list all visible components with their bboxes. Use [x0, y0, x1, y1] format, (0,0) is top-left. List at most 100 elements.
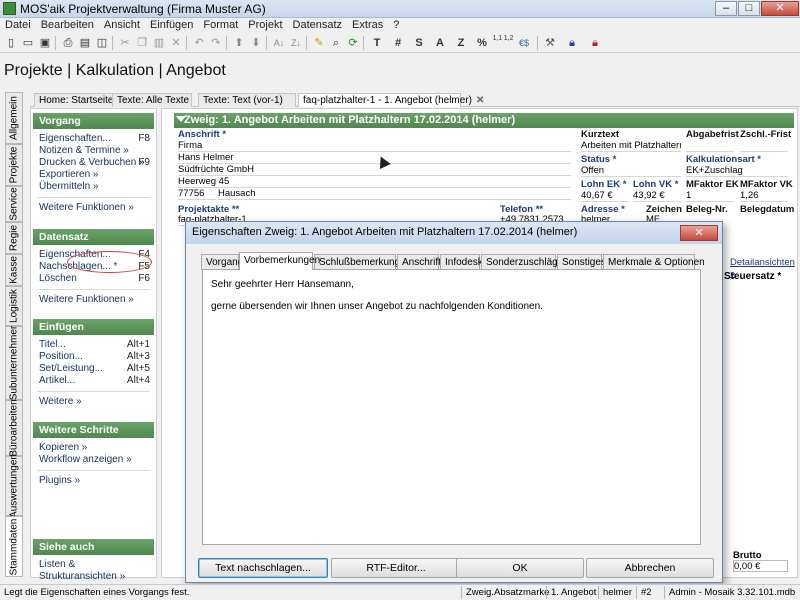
anschrift-line4[interactable]: Heerweg 45 — [178, 176, 571, 188]
sidebar-more[interactable]: Weitere » — [33, 396, 154, 408]
text-lookup-button[interactable]: Text nachschlagen... — [198, 558, 328, 578]
refresh-icon[interactable]: ⟳ — [345, 35, 361, 51]
sidebar-item-exportieren[interactable]: Exportieren » — [33, 169, 154, 181]
group-header[interactable]: Siehe auch — [33, 539, 154, 555]
lohn-ek-field[interactable]: 40,67 € — [581, 190, 629, 202]
maximize-button[interactable]: □ — [738, 1, 760, 16]
tab-text-vor1[interactable]: Texte: Text (vor-1) — [198, 93, 296, 107]
vtab-stammdaten[interactable]: Stammdaten — [5, 516, 23, 577]
decimals-button[interactable]: 1,1 1,2 — [492, 35, 514, 51]
kalkart-field[interactable]: EK+Zuschlag — [686, 165, 788, 177]
sidebar-item-uebermitteln[interactable]: Übermitteln » — [33, 181, 154, 193]
menu-einfuegen[interactable]: Einfügen — [145, 18, 198, 32]
sidebar-item-drucken[interactable]: Drucken & Verbuchen » F9 — [33, 157, 154, 169]
anschrift-line1[interactable]: Firma — [178, 140, 571, 152]
sidebar-plugins[interactable]: Plugins » — [33, 475, 154, 487]
open-icon[interactable]: ▭ — [20, 35, 36, 51]
ok-button[interactable]: OK — [456, 558, 584, 578]
zoom-icon[interactable]: ◫ — [94, 35, 110, 51]
search-icon[interactable]: ⌕ — [328, 35, 344, 51]
group-header[interactable]: Weitere Schritte — [33, 422, 154, 438]
dialog-tab-sonderzuschlaege[interactable]: Sonderzuschläge — [481, 254, 563, 270]
mfaktor-ek-field[interactable]: 1 — [686, 190, 734, 202]
tab-faq-platzhalter[interactable]: faq-platzhalter-1 - 1. Angebot (helmer) ✕ — [298, 93, 484, 107]
menu-bearbeiten[interactable]: Bearbeiten — [36, 18, 99, 32]
ort-field[interactable]: Hausach — [218, 188, 571, 200]
menu-ansicht[interactable]: Ansicht — [99, 18, 145, 32]
vtab-subunternehmer[interactable]: Subunternehmer — [5, 326, 23, 400]
copy-icon[interactable]: ❐ — [134, 35, 150, 51]
lohn-vk-field[interactable]: 43,92 € — [633, 190, 681, 202]
zschl-frist-field[interactable] — [740, 140, 788, 152]
sidebar-item-eigenschaften[interactable]: Eigenschaften... F8 — [33, 133, 154, 145]
sidebar-item-titel[interactable]: Titel... Alt+1 — [33, 339, 154, 351]
dialog-tab-infodesk[interactable]: Infodesk — [440, 254, 483, 270]
vtab-service[interactable]: Service — [5, 186, 23, 222]
currency-button[interactable]: €$ — [516, 35, 532, 51]
cut-icon[interactable]: ✂ — [117, 35, 133, 51]
tab-alle-texte[interactable]: Texte: Alle Texte — [112, 93, 192, 107]
abgabefrist-field[interactable] — [686, 140, 734, 152]
redo-icon[interactable]: ↷ — [208, 35, 224, 51]
paste-icon[interactable]: ▥ — [151, 35, 167, 51]
sidebar-item-kopieren[interactable]: Kopieren » — [33, 442, 154, 454]
cancel-button[interactable]: Abbrechen — [586, 558, 714, 578]
undo-icon[interactable]: ↶ — [191, 35, 207, 51]
collapse-icon[interactable] — [176, 116, 186, 122]
menu-help[interactable]: ? — [388, 18, 404, 32]
print-preview-icon[interactable]: ▤ — [77, 35, 93, 51]
dialog-tab-anschrift[interactable]: Anschrift — [397, 254, 441, 270]
group-header[interactable]: Vorgang — [33, 113, 154, 129]
vtab-allgemein[interactable]: Allgemein — [5, 92, 23, 144]
sidebar-item-loeschen[interactable]: Löschen F6 — [33, 273, 154, 285]
dialog-tab-merkmale[interactable]: Merkmale & Optionen — [603, 254, 705, 270]
plz-field[interactable]: 77756 — [178, 188, 216, 200]
text-hash-button[interactable]: # — [390, 35, 406, 51]
print-icon[interactable]: ⎙ — [60, 35, 76, 51]
text-a-button[interactable]: A — [432, 35, 448, 51]
mfaktor-vk-field[interactable]: 1,26 — [740, 190, 788, 202]
dialog-close-button[interactable]: ✕ — [680, 225, 718, 241]
text-t-button[interactable]: T — [369, 35, 385, 51]
vtab-bueroarbeiten[interactable]: Büroarbeiten — [5, 399, 23, 457]
sidebar-item-notizen[interactable]: Notizen & Termine » — [33, 145, 154, 157]
arrow-down-icon[interactable]: ⬇ — [248, 35, 264, 51]
lock-red-icon[interactable]: 🔒︎ — [587, 35, 603, 51]
sidebar-more-functions[interactable]: Weitere Funktionen » — [33, 202, 154, 214]
vtab-projekte[interactable]: Projekte — [5, 144, 23, 186]
kurztext-field[interactable]: Arbeiten mit Platzhaltern — [581, 140, 681, 152]
delete-icon[interactable]: ✕ — [168, 35, 184, 51]
arrow-up-icon[interactable]: ⬆ — [231, 35, 247, 51]
dialog-tab-sonstiges[interactable]: Sonstiges — [557, 254, 606, 270]
vorbemerkungen-editor[interactable]: Sehr geehrter Herr Hansemann, gerne über… — [202, 269, 701, 545]
sidebar-item-position[interactable]: Position... Alt+3 — [33, 351, 154, 363]
text-s-button[interactable]: S — [411, 35, 427, 51]
status-field[interactable]: Offen — [581, 165, 681, 177]
sidebar-item-artikel[interactable]: Artikel... Alt+4 — [33, 375, 154, 387]
close-button[interactable]: ✕ — [761, 1, 799, 16]
minimize-button[interactable]: – — [715, 1, 737, 16]
group-header[interactable]: Einfügen — [33, 319, 154, 335]
sort-az-icon[interactable]: A↓ — [271, 35, 287, 51]
anschrift-line3[interactable]: Südfrüchte GmbH — [178, 164, 571, 176]
new-icon[interactable]: ▯ — [3, 35, 19, 51]
vtab-auswertungen[interactable]: Auswertungen — [5, 454, 23, 518]
percent-button[interactable]: % — [474, 35, 490, 51]
text-z-button[interactable]: Z — [453, 35, 469, 51]
sidebar-item-workflow[interactable]: Workflow anzeigen » — [33, 454, 154, 466]
dialog-tab-vorbemerkungen[interactable]: Vorbemerkungen — [239, 252, 320, 270]
tools-icon[interactable]: ⚒ — [542, 35, 558, 51]
vtab-logistik[interactable]: Logistik — [5, 286, 23, 326]
sidebar-item-set-leistung[interactable]: Set/Leistung... Alt+5 — [33, 363, 154, 375]
lock-blue-icon[interactable]: 🔒︎ — [564, 35, 580, 51]
vtab-kasse[interactable]: Kasse — [5, 254, 23, 286]
tab-close-icon[interactable]: ✕ — [476, 95, 484, 106]
menu-format[interactable]: Format — [198, 18, 243, 32]
zweig-header[interactable]: Zweig: 1. Angebot Arbeiten mit Platzhalt… — [174, 113, 794, 128]
menu-datei[interactable]: Datei — [0, 18, 36, 32]
menu-extras[interactable]: Extras — [347, 18, 388, 32]
dialog-tab-schlussbemerkungen[interactable]: Schlußbemerkungen — [314, 254, 411, 270]
sort-za-icon[interactable]: Z↓ — [288, 35, 304, 51]
sidebar-item-listen[interactable]: Listen & Strukturansichten » — [33, 559, 154, 582]
group-header[interactable]: Datensatz — [33, 229, 154, 245]
